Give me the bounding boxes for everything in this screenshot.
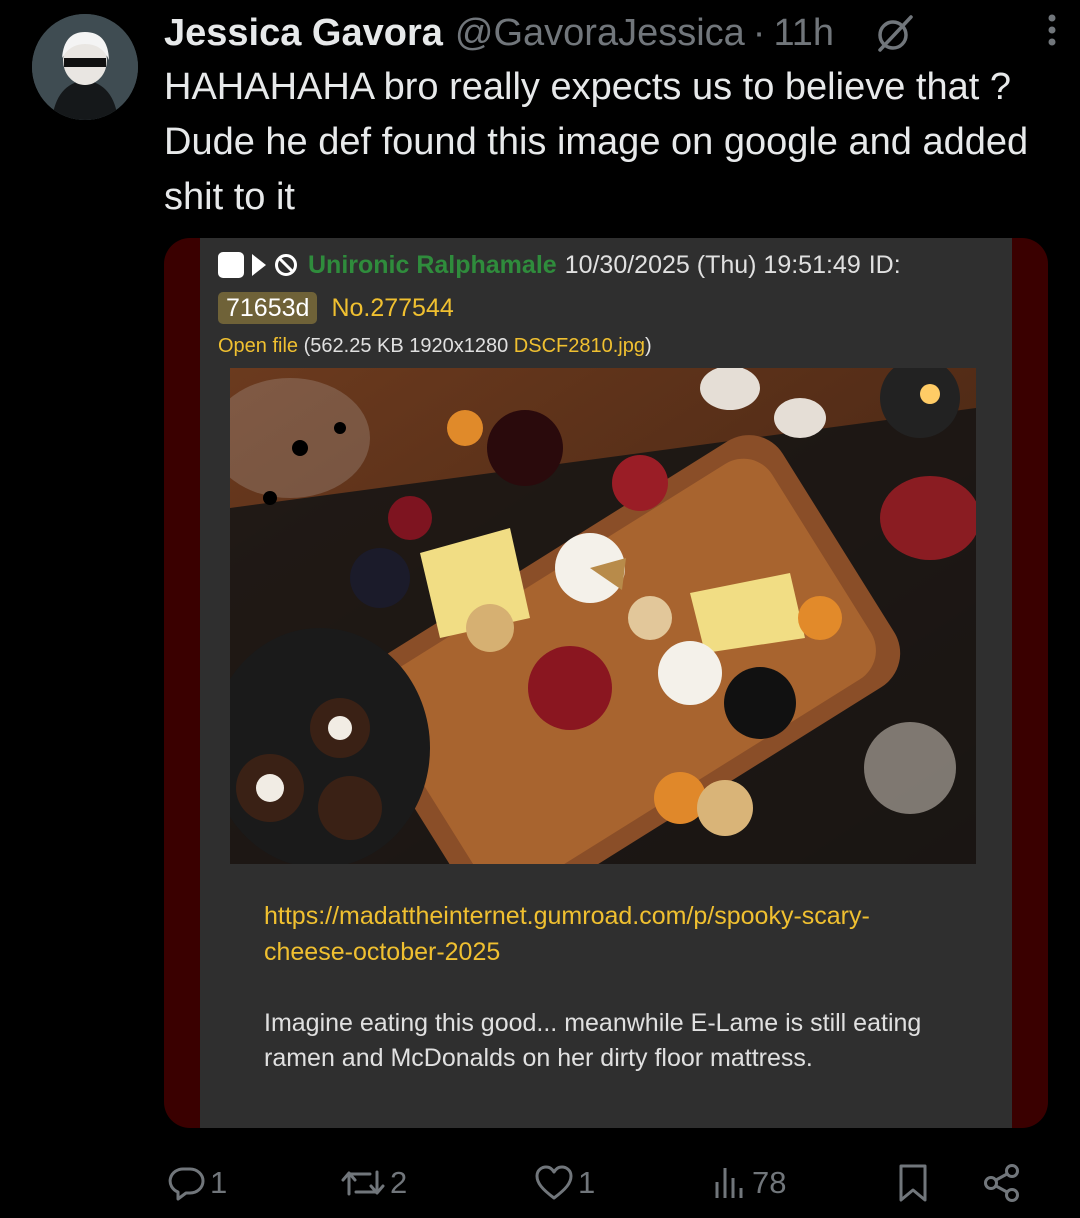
avatar[interactable] bbox=[32, 14, 138, 120]
attached-media-card[interactable]: Unironic Ralphamale 10/30/2025 (Thu) 19:… bbox=[164, 238, 1048, 1128]
file-meta-close: ) bbox=[644, 335, 652, 357]
reply-button[interactable]: 1 bbox=[168, 1158, 227, 1208]
bookmark-icon bbox=[899, 1164, 927, 1202]
repost-count: 2 bbox=[390, 1165, 408, 1200]
file-meta: (562.25 KB 1920x1280 bbox=[298, 335, 514, 357]
tweet-time[interactable]: 11h bbox=[773, 12, 834, 55]
select-checkbox bbox=[218, 252, 244, 278]
separator-dot: · bbox=[752, 11, 766, 54]
file-name-link: DSCF2810.jpg bbox=[513, 335, 645, 357]
bookmark-button[interactable] bbox=[896, 1158, 930, 1208]
post-header: Unironic Ralphamale 10/30/2025 (Thu) 19:… bbox=[218, 250, 1008, 360]
repost-button[interactable]: 2 bbox=[340, 1158, 407, 1208]
reply-icon bbox=[168, 1167, 205, 1201]
views-count: 78 bbox=[752, 1165, 787, 1200]
grok-icon[interactable] bbox=[874, 12, 916, 54]
open-file-link: Open file bbox=[218, 335, 299, 357]
more-icon[interactable] bbox=[1042, 10, 1062, 50]
avatar-image bbox=[32, 14, 138, 120]
post-number: No.277544 bbox=[331, 294, 454, 322]
views-icon bbox=[715, 1168, 743, 1198]
file-info: Open file (562.25 KB 1920x1280 DSCF2810.… bbox=[218, 332, 1008, 360]
post-header-row: Unironic Ralphamale 10/30/2025 (Thu) 19:… bbox=[218, 250, 1008, 280]
action-bar: 1 2 1 78 bbox=[164, 1158, 1044, 1208]
post-link: https://madattheinternet.gumroad.com/p/s… bbox=[264, 902, 870, 966]
cheese-board-photo bbox=[230, 368, 976, 864]
expand-triangle-icon bbox=[252, 254, 266, 276]
tweet-header: Jessica Gavora @GavoraJessica · 11h bbox=[164, 8, 1064, 58]
like-icon bbox=[535, 1165, 573, 1200]
reply-count: 1 bbox=[210, 1165, 228, 1200]
like-count: 1 bbox=[578, 1165, 596, 1200]
imageboard-post: Unironic Ralphamale 10/30/2025 (Thu) 19:… bbox=[200, 238, 1012, 1128]
share-button[interactable] bbox=[982, 1158, 1022, 1208]
ban-icon bbox=[274, 253, 298, 277]
share-icon bbox=[984, 1164, 1019, 1202]
repost-icon bbox=[341, 1170, 385, 1196]
post-id-label: ID: bbox=[868, 251, 901, 279]
display-name[interactable]: Jessica Gavora bbox=[164, 12, 443, 55]
poster-id-badge: 71653d bbox=[218, 292, 318, 324]
post-id-row: 71653d No.277544 bbox=[218, 292, 1008, 324]
post-image bbox=[230, 368, 976, 864]
post-body: Imagine eating this good... meanwhile E-… bbox=[264, 1009, 922, 1072]
like-button[interactable]: 1 bbox=[534, 1158, 595, 1208]
tweet-text: HAHAHAHA bro really expects us to believ… bbox=[164, 66, 1029, 218]
post-datetime: 10/30/2025 (Thu) 19:51:49 bbox=[564, 251, 861, 279]
poster-name: Unironic Ralphamale bbox=[308, 251, 557, 279]
views-button[interactable]: 78 bbox=[712, 1158, 786, 1208]
user-handle[interactable]: @GavoraJessica bbox=[455, 12, 745, 55]
